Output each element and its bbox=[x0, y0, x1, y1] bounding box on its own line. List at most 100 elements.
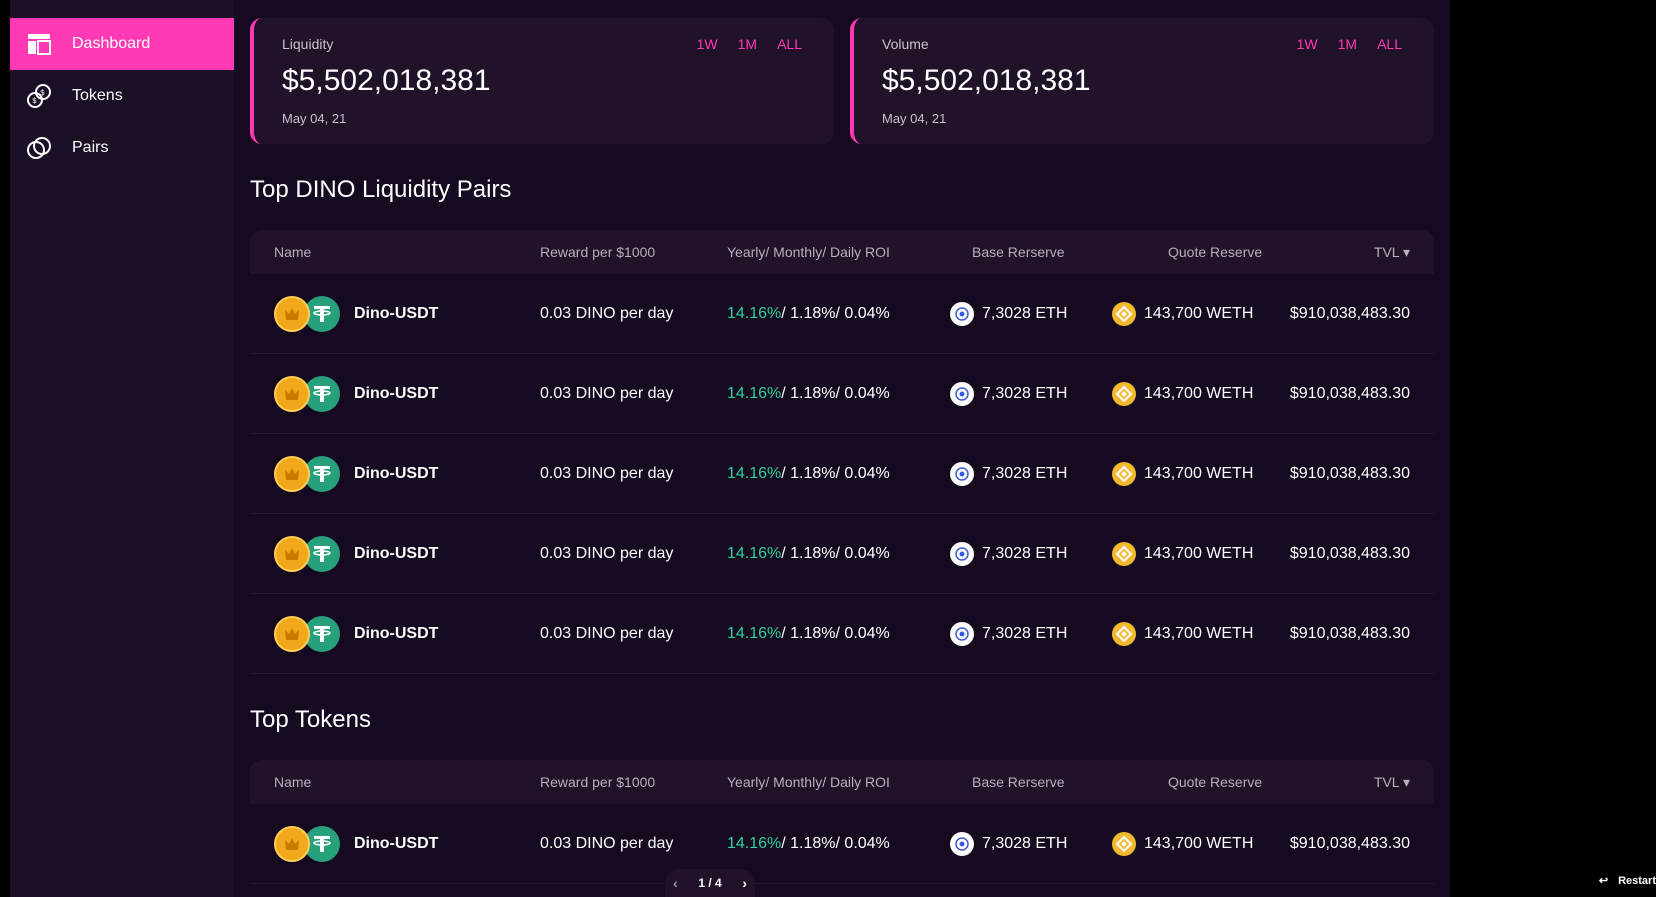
roi-yearly: 14.16% bbox=[727, 545, 782, 562]
column-header-name[interactable]: Name bbox=[274, 244, 311, 260]
quote-reserve-cell: 143,700 WETH bbox=[1112, 594, 1253, 674]
next-page-button[interactable]: › bbox=[742, 875, 747, 891]
roi-monthly-daily: / 1.18%/ 0.04% bbox=[781, 465, 890, 482]
base-reserve-cell: 7,3028 ETH bbox=[950, 804, 1067, 884]
column-header-tvl[interactable]: TVL ▾ bbox=[1374, 774, 1410, 791]
table-row[interactable]: Dino-USDT 0.03 DINO per day 14.16% / 1.1… bbox=[250, 514, 1434, 594]
column-header-reward[interactable]: Reward per $1000 bbox=[540, 244, 655, 260]
sidebar-item-label: Tokens bbox=[72, 87, 123, 104]
reward-cell: 0.03 DINO per day bbox=[540, 545, 674, 562]
dino-coin-icon bbox=[274, 296, 310, 332]
pair-name: Dino-USDT bbox=[354, 835, 439, 852]
roi-monthly-daily: / 1.18%/ 0.04% bbox=[781, 835, 890, 852]
dashboard-icon bbox=[26, 31, 52, 57]
base-reserve-cell: 7,3028 ETH bbox=[950, 274, 1067, 354]
quote-reserve-cell: 143,700 WETH bbox=[1112, 804, 1253, 884]
column-header-base-reserve[interactable]: Base Rerserve bbox=[972, 244, 1065, 260]
roi-cell: 14.16% / 1.18%/ 0.04% bbox=[727, 804, 890, 884]
tvl-cell: $910,038,483.30 bbox=[1289, 545, 1410, 562]
roi-cell: 14.16% / 1.18%/ 0.04% bbox=[727, 434, 890, 514]
tokens-table: Name Reward per $1000 Yearly/ Monthly/ D… bbox=[250, 760, 1434, 884]
sidebar-item-dashboard[interactable]: Dashboard bbox=[10, 18, 234, 70]
tvl-cell: $910,038,483.30 bbox=[1289, 305, 1410, 322]
main-content: Liquidity 1W 1M ALL $5,502,018,381 May 0… bbox=[234, 0, 1450, 897]
bnb-icon bbox=[1112, 622, 1136, 646]
eth-icon bbox=[950, 832, 974, 856]
range-all-button[interactable]: ALL bbox=[777, 36, 802, 52]
range-1m-button[interactable]: 1M bbox=[738, 36, 757, 52]
pair-icons bbox=[274, 454, 342, 494]
quote-reserve-cell: 143,700 WETH bbox=[1112, 514, 1253, 594]
svg-text:$: $ bbox=[32, 96, 37, 105]
sidebar-item-pairs[interactable]: Pairs bbox=[10, 122, 234, 174]
pair-icons bbox=[274, 374, 342, 414]
reward-cell: 0.03 DINO per day bbox=[540, 465, 674, 482]
roi-cell: 14.16% / 1.18%/ 0.04% bbox=[727, 594, 890, 674]
bnb-icon bbox=[1112, 302, 1136, 326]
pair-name: Dino-USDT bbox=[354, 625, 439, 642]
pairs-section-title: Top DINO Liquidity Pairs bbox=[250, 176, 512, 203]
card-date: May 04, 21 bbox=[282, 111, 347, 126]
table-row[interactable]: Dino-USDT 0.03 DINO per day 14.16% / 1.1… bbox=[250, 594, 1434, 674]
base-reserve-cell: 7,3028 ETH bbox=[950, 354, 1067, 434]
tvl-cell: $910,038,483.30 bbox=[1289, 385, 1410, 402]
column-header-reward[interactable]: Reward per $1000 bbox=[540, 774, 655, 790]
pair-icons bbox=[274, 294, 342, 334]
range-1w-button[interactable]: 1W bbox=[697, 36, 718, 52]
restart-icon: ↩ bbox=[1598, 875, 1609, 887]
quote-reserve-value: 143,700 WETH bbox=[1144, 385, 1254, 402]
pair-icons bbox=[274, 534, 342, 574]
column-header-name[interactable]: Name bbox=[274, 774, 311, 790]
pair-name: Dino-USDT bbox=[354, 305, 439, 322]
table-row[interactable]: Dino-USDT 0.03 DINO per day 14.16% / 1.1… bbox=[250, 804, 1434, 884]
table-row[interactable]: Dino-USDT 0.03 DINO per day 14.16% / 1.1… bbox=[250, 274, 1434, 354]
base-reserve-value: 7,3028 ETH bbox=[982, 305, 1068, 322]
table-row[interactable]: Dino-USDT 0.03 DINO per day 14.16% / 1.1… bbox=[250, 354, 1434, 434]
pair-name: Dino-USDT bbox=[354, 465, 439, 482]
dino-coin-icon bbox=[274, 536, 310, 572]
column-header-quote-reserve[interactable]: Quote Reserve bbox=[1168, 244, 1262, 260]
column-header-quote-reserve[interactable]: Quote Reserve bbox=[1168, 774, 1262, 790]
card-date: May 04, 21 bbox=[882, 111, 947, 126]
bnb-icon bbox=[1112, 542, 1136, 566]
dino-coin-icon bbox=[274, 376, 310, 412]
dino-coin-icon bbox=[274, 826, 310, 862]
roi-monthly-daily: / 1.18%/ 0.04% bbox=[781, 305, 890, 322]
quote-reserve-cell: 143,700 WETH bbox=[1112, 274, 1253, 354]
quote-reserve-value: 143,700 WETH bbox=[1144, 625, 1254, 642]
range-all-button[interactable]: ALL bbox=[1377, 36, 1402, 52]
sidebar-item-tokens[interactable]: $ $ Tokens bbox=[10, 70, 234, 122]
range-1w-button[interactable]: 1W bbox=[1297, 36, 1318, 52]
table-body: Dino-USDT 0.03 DINO per day 14.16% / 1.1… bbox=[250, 274, 1434, 674]
base-reserve-value: 7,3028 ETH bbox=[982, 465, 1068, 482]
roi-monthly-daily: / 1.18%/ 0.04% bbox=[781, 385, 890, 402]
table-header: Name Reward per $1000 Yearly/ Monthly/ D… bbox=[250, 230, 1434, 274]
column-header-roi[interactable]: Yearly/ Monthly/ Daily ROI bbox=[727, 774, 890, 790]
reward-cell: 0.03 DINO per day bbox=[540, 385, 674, 402]
column-header-tvl[interactable]: TVL ▾ bbox=[1374, 244, 1410, 261]
column-header-roi[interactable]: Yearly/ Monthly/ Daily ROI bbox=[727, 244, 890, 260]
roi-yearly: 14.16% bbox=[727, 465, 782, 482]
card-label: Liquidity bbox=[282, 36, 334, 52]
previous-page-button[interactable]: ‹ bbox=[673, 875, 678, 891]
bnb-icon bbox=[1112, 462, 1136, 486]
restart-button[interactable]: ↩ Restart bbox=[1598, 874, 1656, 888]
tvl-cell: $910,038,483.30 bbox=[1289, 465, 1410, 482]
eth-icon bbox=[950, 302, 974, 326]
pair-cell: Dino-USDT bbox=[274, 274, 438, 354]
quote-reserve-value: 143,700 WETH bbox=[1144, 465, 1254, 482]
eth-icon bbox=[950, 542, 974, 566]
card-value: $5,502,018,381 bbox=[882, 64, 1091, 97]
table-row[interactable]: Dino-USDT 0.03 DINO per day 14.16% / 1.1… bbox=[250, 434, 1434, 514]
card-label: Volume bbox=[882, 36, 929, 52]
column-header-base-reserve[interactable]: Base Rerserve bbox=[972, 774, 1065, 790]
eth-icon bbox=[950, 622, 974, 646]
reward-cell: 0.03 DINO per day bbox=[540, 305, 674, 322]
range-1m-button[interactable]: 1M bbox=[1338, 36, 1357, 52]
reward-cell: 0.03 DINO per day bbox=[540, 625, 674, 642]
sidebar-item-label: Pairs bbox=[72, 139, 109, 156]
base-reserve-cell: 7,3028 ETH bbox=[950, 434, 1067, 514]
base-reserve-value: 7,3028 ETH bbox=[982, 385, 1068, 402]
base-reserve-cell: 7,3028 ETH bbox=[950, 514, 1067, 594]
bnb-icon bbox=[1112, 832, 1136, 856]
